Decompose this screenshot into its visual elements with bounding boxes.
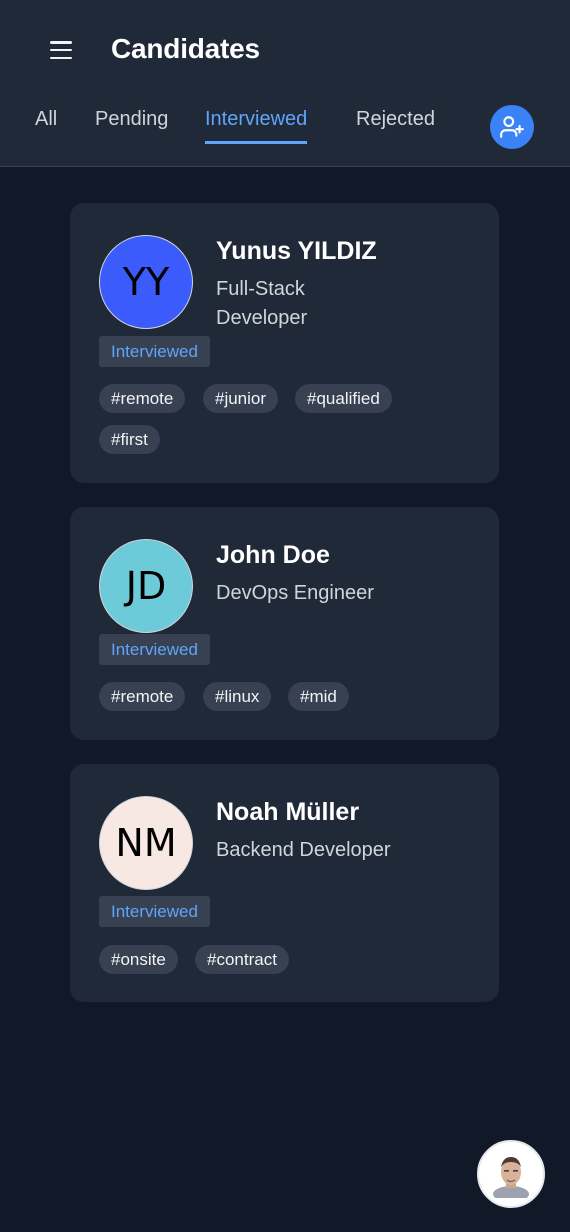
tag: #junior xyxy=(203,384,279,413)
page-title: Candidates xyxy=(111,33,260,64)
user-plus-icon xyxy=(500,116,524,138)
tab-interviewed[interactable]: Interviewed xyxy=(205,108,308,144)
tag: #remote xyxy=(99,682,186,711)
candidate-card[interactable]: JD John Doe DevOps Engineer Interviewed … xyxy=(70,507,499,740)
candidate-name: John Doe xyxy=(216,541,330,569)
candidate-name: Noah Müller xyxy=(216,798,360,826)
candidate-name: Yunus YILDIZ xyxy=(216,237,377,265)
candidate-card[interactable]: NM Noah Müller Backend Developer Intervi… xyxy=(70,764,499,1002)
status-badge: Interviewed xyxy=(99,634,210,665)
avatar: YY xyxy=(99,235,193,329)
avatar: NM xyxy=(99,796,193,890)
tag: #linux xyxy=(203,682,272,711)
tab-all[interactable]: All xyxy=(35,108,57,141)
profile-button[interactable] xyxy=(477,1140,545,1208)
candidate-role: DevOps Engineer xyxy=(216,582,374,604)
tag: #onsite xyxy=(99,945,178,974)
hamburger-menu-icon[interactable] xyxy=(48,38,74,62)
tab-pending[interactable]: Pending xyxy=(95,108,168,141)
add-candidate-button[interactable] xyxy=(490,105,534,149)
candidate-role: Backend Developer xyxy=(216,839,391,861)
tag: #remote xyxy=(99,384,186,413)
tag: #first xyxy=(99,425,160,454)
status-badge: Interviewed xyxy=(99,336,210,367)
avatar: JD xyxy=(99,539,193,633)
tab-rejected[interactable]: Rejected xyxy=(356,108,435,141)
candidate-role: Full-Stack Developer xyxy=(216,278,308,329)
filter-tabs: All Pending Interviewed Rejected xyxy=(0,108,570,148)
status-badge: Interviewed xyxy=(99,896,210,927)
tag: #contract xyxy=(195,945,289,974)
tag: #mid xyxy=(288,682,349,711)
profile-avatar-icon xyxy=(493,1157,529,1198)
app-header: Candidates All Pending Interviewed Rejec… xyxy=(0,0,570,167)
tag: #qualified xyxy=(295,384,392,413)
candidate-card[interactable]: YY Yunus YILDIZ Full-Stack Developer Int… xyxy=(70,203,499,483)
